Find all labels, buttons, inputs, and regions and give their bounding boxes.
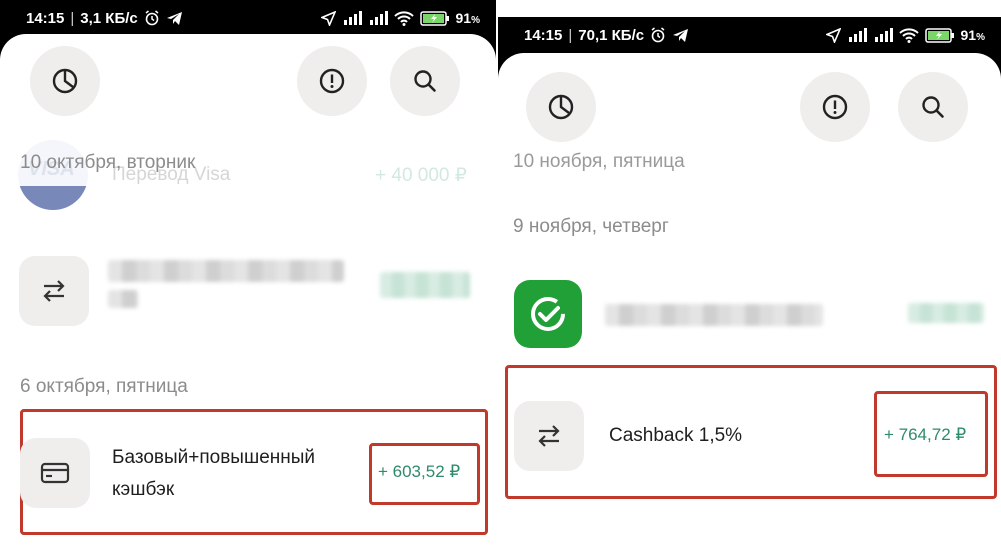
operations-sheet: 10 ноября, пятница 9 ноября, четверг Cas… [498, 53, 1001, 560]
status-bar: 14:15 | 70,1 КБ/с 91% [524, 26, 985, 44]
blurred-txn-amount [908, 303, 984, 323]
location-icon [825, 27, 841, 43]
signal-icon-2 [369, 11, 388, 25]
status-time: 14:15 [524, 26, 563, 44]
signal-icon [848, 28, 867, 42]
faded-txn-amount: + 40 000 ₽ [375, 165, 467, 186]
date-header: 6 октября, пятница [20, 376, 188, 397]
txn-title-line1: Базовый+повышенный [112, 447, 316, 468]
analytics-button[interactable] [526, 72, 596, 142]
alert-icon [319, 68, 345, 94]
transaction-icon-tile[interactable] [19, 256, 89, 326]
telegram-icon [673, 28, 689, 42]
date-header: 10 ноября, пятница [513, 151, 685, 172]
signal-icon-2 [874, 28, 893, 42]
transaction-icon-tile[interactable] [514, 401, 584, 471]
left-screenshot: 14:15 | 3,1 КБ/с 91% VISA Перевод Visa +… [0, 0, 496, 560]
blurred-txn-name [605, 304, 823, 326]
txn-title-line2: кэшбэк [112, 479, 175, 500]
status-network-speed: 70,1 КБ/с [578, 26, 645, 44]
cashback-transaction[interactable]: Базовый+повышенный кэшбэк [112, 442, 315, 506]
notifications-button[interactable] [800, 72, 870, 142]
search-button[interactable] [390, 46, 460, 116]
telegram-icon [166, 11, 182, 25]
analytics-button[interactable] [30, 46, 100, 116]
visa-logo: VISA [18, 140, 88, 210]
blurred-txn-name [108, 260, 344, 282]
right-screenshot: 14:15 | 70,1 КБ/с 91% 10 ноября, пятница… [498, 17, 1001, 560]
location-icon [320, 10, 336, 26]
alert-icon [822, 94, 848, 120]
alarm-icon [651, 27, 665, 43]
cashback-amount: + 603,52 ₽ [378, 462, 461, 481]
date-header: 10 октября, вторник [20, 152, 196, 173]
transaction-icon-tile[interactable] [20, 438, 90, 508]
search-icon [922, 96, 944, 118]
notifications-button[interactable] [297, 46, 367, 116]
transfer-icon [538, 425, 560, 447]
date-header: 9 ноября, четверг [513, 216, 669, 237]
status-time: 14:15 [26, 9, 65, 27]
card-icon [40, 462, 70, 484]
search-button[interactable] [898, 72, 968, 142]
operations-sheet: VISA Перевод Visa + 40 000 ₽ 10 октября,… [0, 34, 496, 560]
battery-percent: 91% [960, 27, 985, 43]
transfer-icon [43, 280, 65, 302]
pie-chart-icon [52, 68, 78, 94]
battery-icon [419, 10, 449, 26]
wifi-icon [898, 27, 919, 43]
blurred-txn-sub [108, 290, 138, 308]
cashback-amount: + 764,72 ₽ [884, 425, 967, 444]
status-network-speed: 3,1 КБ/с [80, 9, 138, 27]
alarm-icon [145, 10, 159, 26]
signal-icon [343, 11, 362, 25]
pie-chart-icon [548, 94, 574, 120]
battery-icon [924, 27, 954, 43]
search-icon [414, 70, 436, 92]
blurred-txn-amount [380, 272, 470, 298]
status-bar: 14:15 | 3,1 КБ/с 91% [26, 9, 480, 27]
sber-logo-tile[interactable] [514, 280, 582, 348]
battery-percent: 91% [455, 10, 480, 26]
sber-check-icon [531, 297, 565, 331]
cashback-transaction-title[interactable]: Cashback 1,5% [609, 420, 742, 452]
wifi-icon [393, 10, 414, 26]
